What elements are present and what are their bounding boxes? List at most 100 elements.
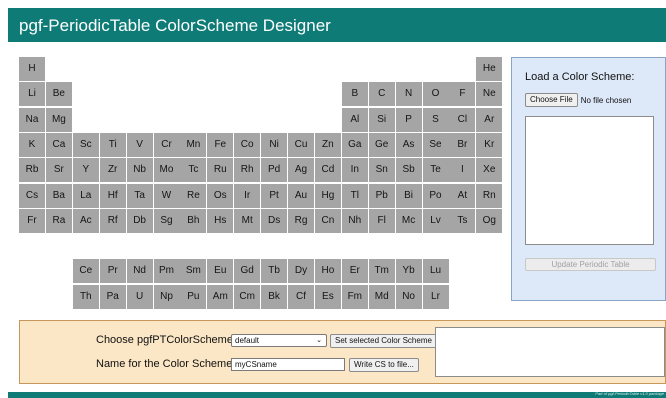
element-cell[interactable]: Bh (180, 208, 207, 233)
element-cell[interactable]: Mg (45, 107, 72, 132)
element-cell[interactable]: Fl (368, 208, 395, 233)
color-scheme-textarea[interactable] (525, 116, 654, 245)
element-cell[interactable]: Bk (261, 284, 288, 309)
element-cell[interactable]: Gd (234, 259, 261, 284)
element-cell[interactable]: Ru (207, 158, 234, 183)
element-cell[interactable]: Cu (288, 132, 314, 157)
element-cell[interactable]: La (72, 183, 99, 208)
element-cell[interactable]: Sm (180, 259, 207, 284)
element-cell[interactable]: Mc (395, 208, 422, 233)
element-cell[interactable]: Lu (422, 259, 449, 284)
element-cell[interactable]: Xe (476, 158, 503, 183)
element-cell[interactable]: Ac (72, 208, 99, 233)
element-cell[interactable]: O (422, 82, 449, 107)
element-cell[interactable]: Bi (395, 183, 422, 208)
element-cell[interactable]: Sc (72, 132, 99, 157)
element-cell[interactable]: Rb (19, 158, 45, 183)
element-cell[interactable]: Rf (99, 208, 126, 233)
element-cell[interactable]: Cs (19, 183, 45, 208)
element-cell[interactable]: Ta (126, 183, 153, 208)
element-cell[interactable]: Lv (422, 208, 449, 233)
element-cell[interactable]: He (476, 57, 503, 81)
element-cell[interactable]: Tc (180, 158, 207, 183)
set-selected-scheme-button[interactable]: Set selected Color Scheme (330, 334, 437, 348)
element-cell[interactable]: Ba (45, 183, 72, 208)
element-cell[interactable]: Rn (476, 183, 503, 208)
element-cell[interactable]: Cr (153, 132, 180, 157)
element-cell[interactable]: V (126, 132, 153, 157)
element-cell[interactable]: Th (72, 284, 99, 309)
element-cell[interactable]: Re (180, 183, 207, 208)
element-cell[interactable]: C (368, 82, 395, 107)
element-cell[interactable]: Ds (261, 208, 288, 233)
element-cell[interactable]: W (153, 183, 180, 208)
element-cell[interactable]: Pt (261, 183, 288, 208)
element-cell[interactable]: Ne (476, 82, 503, 107)
scheme-name-input[interactable]: myCSname (231, 358, 345, 371)
element-cell[interactable]: Ce (72, 259, 99, 284)
element-cell[interactable]: Ag (288, 158, 314, 183)
element-cell[interactable]: Mo (153, 158, 180, 183)
element-cell[interactable]: Pr (99, 259, 126, 284)
element-cell[interactable]: No (395, 284, 422, 309)
element-cell[interactable]: Ar (476, 107, 503, 132)
element-cell[interactable]: Si (368, 107, 395, 132)
element-cell[interactable]: At (449, 183, 476, 208)
element-cell[interactable]: Rg (288, 208, 314, 233)
element-cell[interactable]: Pu (180, 284, 207, 309)
element-cell[interactable]: Zr (99, 158, 126, 183)
element-cell[interactable]: Na (19, 107, 45, 132)
element-cell[interactable]: U (126, 284, 153, 309)
element-cell[interactable]: Sb (395, 158, 422, 183)
element-cell[interactable]: Au (288, 183, 314, 208)
element-cell[interactable]: Dy (288, 259, 314, 284)
element-cell[interactable]: Cn (314, 208, 341, 233)
choose-file-button[interactable]: Choose File (525, 93, 578, 107)
element-cell[interactable]: Yb (395, 259, 422, 284)
element-cell[interactable]: Os (207, 183, 234, 208)
element-cell[interactable]: Md (368, 284, 395, 309)
element-cell[interactable]: Co (234, 132, 261, 157)
element-cell[interactable]: Ti (99, 132, 126, 157)
element-cell[interactable]: Ra (45, 208, 72, 233)
element-cell[interactable]: Eu (207, 259, 234, 284)
element-cell[interactable]: Tb (261, 259, 288, 284)
element-cell[interactable]: Be (45, 82, 72, 107)
element-cell[interactable]: Sr (45, 158, 72, 183)
element-cell[interactable]: Db (126, 208, 153, 233)
element-cell[interactable]: Br (449, 132, 476, 157)
element-cell[interactable]: Mn (180, 132, 207, 157)
element-cell[interactable]: Lr (422, 284, 449, 309)
element-cell[interactable]: Hs (207, 208, 234, 233)
element-cell[interactable]: Tm (368, 259, 395, 284)
update-periodic-table-button[interactable]: Update Periodic Table (525, 258, 656, 271)
element-cell[interactable]: Np (153, 284, 180, 309)
element-cell[interactable]: I (449, 158, 476, 183)
element-cell[interactable]: Pd (261, 158, 288, 183)
element-cell[interactable]: N (395, 82, 422, 107)
element-cell[interactable]: Pa (99, 284, 126, 309)
element-cell[interactable]: Kr (476, 132, 503, 157)
element-cell[interactable]: As (395, 132, 422, 157)
element-cell[interactable]: Rh (234, 158, 261, 183)
element-cell[interactable]: Te (422, 158, 449, 183)
element-cell[interactable]: Sg (153, 208, 180, 233)
element-cell[interactable]: Er (341, 259, 368, 284)
element-cell[interactable]: Y (72, 158, 99, 183)
element-cell[interactable]: In (341, 158, 368, 183)
element-cell[interactable]: F (449, 82, 476, 107)
element-cell[interactable]: Nd (126, 259, 153, 284)
color-scheme-select[interactable]: default ⌄ (231, 334, 327, 347)
element-cell[interactable]: Pb (368, 183, 395, 208)
element-cell[interactable]: P (395, 107, 422, 132)
element-cell[interactable]: Ga (341, 132, 368, 157)
element-cell[interactable]: Ca (45, 132, 72, 157)
element-cell[interactable]: Cd (314, 158, 341, 183)
element-cell[interactable]: H (19, 57, 45, 81)
element-cell[interactable]: Fr (19, 208, 45, 233)
element-cell[interactable]: Zn (314, 132, 341, 157)
element-cell[interactable]: Cl (449, 107, 476, 132)
element-cell[interactable]: Po (422, 183, 449, 208)
element-cell[interactable]: Sn (368, 158, 395, 183)
element-cell[interactable]: Se (422, 132, 449, 157)
